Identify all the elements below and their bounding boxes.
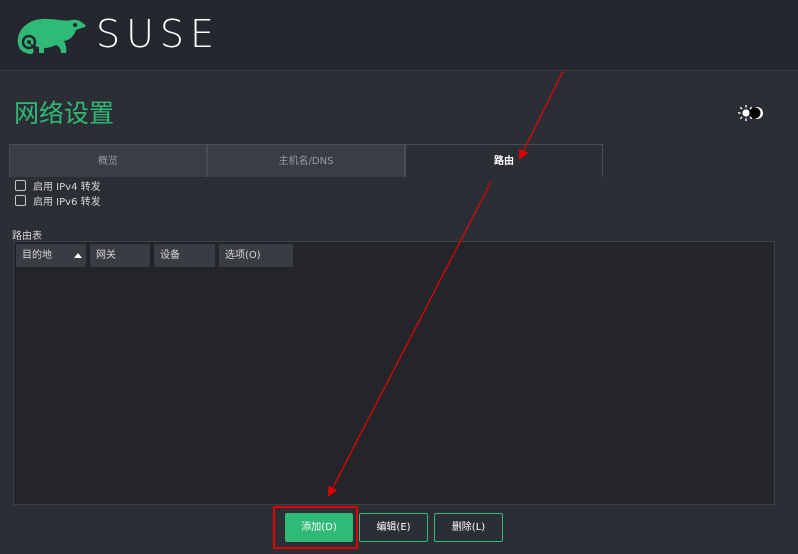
annotation-arrows	[328, 70, 564, 497]
annotation-arrow-to-add-button	[328, 181, 492, 497]
annotation-arrow-to-routing-tab	[519, 70, 564, 160]
